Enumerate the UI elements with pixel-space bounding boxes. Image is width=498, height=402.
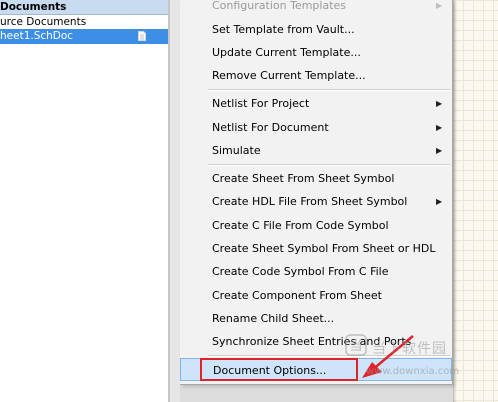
sheet1-document-item[interactable]: heet1.SchDoc — [0, 29, 168, 44]
menu-item-simulate[interactable]: Simulate ▶ — [180, 139, 452, 162]
menu-item-create-code-symbol-from-c-file[interactable]: Create Code Symbol From C File — [180, 260, 452, 283]
menu-item-label: Set Template from Vault... — [212, 23, 355, 36]
submenu-arrow-icon: ▶ — [436, 99, 443, 108]
context-menu: Configuration Templates ▶ Set Template f… — [180, 0, 453, 385]
watermark-logo-icon: 当 — [345, 334, 367, 356]
menu-item-label: Configuration Templates — [212, 0, 347, 12]
schematic-canvas[interactable] — [453, 0, 498, 402]
menu-item-netlist-for-project[interactable]: Netlist For Project ▶ — [180, 92, 452, 115]
menu-item-label: Create Code Symbol From C File — [212, 265, 389, 278]
menu-item-netlist-for-document[interactable]: Netlist For Document ▶ — [180, 116, 452, 139]
submenu-arrow-icon: ▶ — [436, 197, 443, 206]
submenu-arrow-icon: ▶ — [436, 1, 443, 10]
sheet1-document-label: heet1.SchDoc — [0, 30, 74, 42]
menu-item-label: Netlist For Project — [212, 97, 310, 110]
documents-folder-header[interactable]: Documents — [0, 0, 168, 15]
menu-item-create-component-from-sheet[interactable]: Create Component From Sheet — [180, 284, 452, 307]
menu-shadow — [453, 0, 457, 402]
submenu-arrow-icon: ▶ — [436, 123, 443, 132]
source-documents-folder[interactable]: urce Documents — [0, 15, 168, 29]
menu-item-label: Create Sheet Symbol From Sheet or HDL — [212, 242, 436, 255]
document-page-icon — [138, 31, 146, 41]
menu-item-create-hdl-file-from-sheet-symbol[interactable]: Create HDL File From Sheet Symbol ▶ — [180, 190, 452, 213]
watermark-text: 当下软件园 — [372, 341, 447, 357]
panel-gutter — [170, 0, 180, 402]
projects-panel: Documents urce Documents heet1.SchDoc — [0, 0, 170, 402]
menu-item-label: Remove Current Template... — [212, 69, 366, 82]
menu-separator — [208, 89, 450, 91]
menu-item-update-current-template[interactable]: Update Current Template... — [180, 41, 452, 64]
menu-item-create-sheet-symbol-from-sheet-or-hdl[interactable]: Create Sheet Symbol From Sheet or HDL — [180, 237, 452, 260]
menu-item-rename-child-sheet[interactable]: Rename Child Sheet... — [180, 307, 452, 330]
menu-separator — [208, 164, 450, 166]
canvas-bottom-strip — [180, 385, 453, 402]
menu-item-label: Create HDL File From Sheet Symbol — [212, 195, 408, 208]
menu-item-label: Create Sheet From Sheet Symbol — [212, 172, 395, 185]
menu-item-label: Simulate — [212, 144, 261, 157]
menu-item-remove-current-template[interactable]: Remove Current Template... — [180, 64, 452, 87]
menu-item-create-c-file-from-code-symbol[interactable]: Create C File From Code Symbol — [180, 214, 452, 237]
source-documents-label: urce Documents — [0, 16, 87, 28]
menu-item-label: Update Current Template... — [212, 46, 361, 59]
menu-item-label: Create Component From Sheet — [212, 289, 382, 302]
menu-item-create-sheet-from-sheet-symbol[interactable]: Create Sheet From Sheet Symbol — [180, 167, 452, 190]
submenu-arrow-icon: ▶ — [436, 146, 443, 155]
menu-item-configuration-templates[interactable]: Configuration Templates ▶ — [180, 0, 452, 17]
menu-item-label: Netlist For Document — [212, 121, 329, 134]
svg-text:当: 当 — [349, 339, 362, 354]
watermark-url: www.downxia.com — [366, 366, 460, 377]
documents-folder-label: Documents — [0, 1, 67, 13]
menu-item-label: Rename Child Sheet... — [212, 312, 335, 325]
annotation-highlight-box — [200, 358, 358, 381]
menu-item-label: Create C File From Code Symbol — [212, 219, 389, 232]
menu-item-set-template-from-vault[interactable]: Set Template from Vault... — [180, 18, 452, 41]
